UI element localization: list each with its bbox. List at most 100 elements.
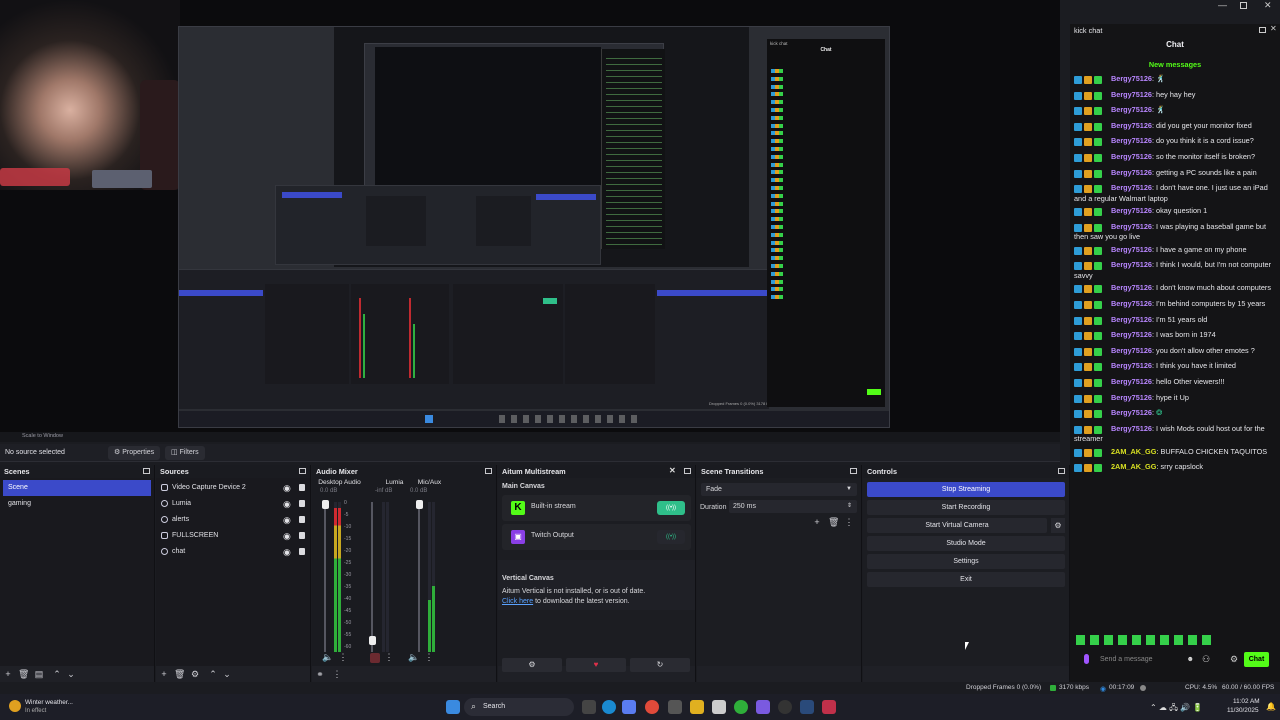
- settings-button[interactable]: ⚙: [502, 658, 562, 672]
- menu-dots-icon[interactable]: ⋮: [424, 652, 434, 662]
- chevron-down-icon[interactable]: ⌄: [66, 669, 76, 679]
- undock-icon[interactable]: [1058, 468, 1065, 474]
- eye-icon[interactable]: ◉: [283, 548, 292, 557]
- menu-dots-icon[interactable]: ⋮: [338, 652, 348, 662]
- start-virtual-camera-button[interactable]: Start Virtual Camera: [867, 518, 1047, 533]
- copilot-icon[interactable]: [622, 700, 636, 714]
- menu-dots-icon[interactable]: ⋮: [844, 517, 854, 527]
- add-icon[interactable]: +: [3, 669, 13, 679]
- chat-username[interactable]: Bergy75126: [1111, 283, 1152, 292]
- close-icon[interactable]: ✕: [669, 467, 677, 475]
- task-view-icon[interactable]: [582, 700, 596, 714]
- start-recording-button[interactable]: Start Recording: [867, 500, 1065, 515]
- chevron-up-icon[interactable]: ⌃: [208, 669, 218, 679]
- chat-username[interactable]: Bergy75126: [1111, 90, 1152, 99]
- exit-button[interactable]: Exit: [867, 572, 1065, 587]
- stop-streaming-button[interactable]: Stop Streaming: [867, 482, 1065, 497]
- chevron-down-icon[interactable]: ⌄: [222, 669, 232, 679]
- add-icon[interactable]: +: [159, 669, 169, 679]
- chat-username[interactable]: Bergy75126: [1111, 299, 1152, 308]
- output-toggle[interactable]: ((•)): [657, 530, 685, 544]
- trash-icon[interactable]: 🗑: [828, 517, 839, 527]
- trash-icon[interactable]: 🗑: [174, 669, 185, 679]
- transition-select[interactable]: Fade ▼: [701, 483, 857, 496]
- windows-start-icon[interactable]: [446, 700, 460, 714]
- chat-username[interactable]: Bergy75126: [1111, 260, 1152, 269]
- taskbar-time[interactable]: 11:02 AM: [1233, 698, 1260, 705]
- notification-icon[interactable]: 🔔: [1266, 702, 1276, 711]
- volume-knob[interactable]: [415, 500, 423, 509]
- scene-item[interactable]: Scene: [3, 480, 151, 496]
- chat-username[interactable]: Bergy75126: [1111, 121, 1152, 130]
- weather-icon[interactable]: [9, 700, 21, 712]
- eye-icon[interactable]: ◉: [283, 532, 292, 541]
- chat-username[interactable]: Bergy75126: [1111, 222, 1152, 231]
- source-item[interactable]: chat ◉: [156, 544, 310, 560]
- chat-send-button[interactable]: Chat: [1244, 652, 1269, 667]
- file-explorer-icon[interactable]: [690, 700, 704, 714]
- studio-mode-button[interactable]: Studio Mode: [867, 536, 1065, 551]
- refresh-button[interactable]: ↻: [630, 658, 690, 672]
- source-item[interactable]: alerts ◉: [156, 512, 310, 528]
- edge-icon[interactable]: [602, 700, 616, 714]
- gear-icon[interactable]: ⚙: [1230, 654, 1238, 665]
- source-item[interactable]: Video Capture Device 2 ◉: [156, 480, 310, 496]
- eye-icon[interactable]: ◉: [283, 500, 292, 509]
- filters-button[interactable]: ◫ Filters: [165, 446, 205, 460]
- link-icon[interactable]: ⚭: [315, 669, 325, 679]
- undock-icon[interactable]: [485, 468, 492, 474]
- lock-icon[interactable]: [299, 532, 305, 539]
- chrome-icon[interactable]: [645, 700, 659, 714]
- pin-icon[interactable]: [822, 700, 836, 714]
- undock-icon[interactable]: [299, 468, 306, 474]
- eye-icon[interactable]: ◉: [283, 484, 292, 493]
- restore-icon[interactable]: [1240, 2, 1247, 9]
- undock-icon[interactable]: [143, 468, 150, 474]
- mic-icon[interactable]: [1084, 654, 1089, 664]
- chat-username[interactable]: Bergy75126: [1111, 183, 1152, 192]
- taskbar-date[interactable]: 11/30/2025: [1227, 707, 1259, 714]
- source-item[interactable]: FULLSCREEN ◉: [156, 528, 310, 544]
- chat-username[interactable]: Bergy75126: [1111, 105, 1152, 114]
- calculator-icon[interactable]: [668, 700, 682, 714]
- close-icon[interactable]: ✕: [1270, 24, 1277, 33]
- menu-dots-icon[interactable]: ⋮: [332, 669, 342, 679]
- chat-username[interactable]: Bergy75126: [1111, 152, 1152, 161]
- minimize-icon[interactable]: —: [1218, 0, 1227, 10]
- lock-icon[interactable]: [299, 548, 305, 555]
- volume-slider[interactable]: [368, 502, 376, 652]
- app-icon[interactable]: [756, 700, 770, 714]
- tray-icons[interactable]: ⌃ ☁ 🖧 🔊 🔋: [1150, 702, 1202, 716]
- taskbar-search[interactable]: ⌕ Search: [464, 698, 574, 716]
- undock-icon[interactable]: [684, 468, 691, 474]
- lock-icon[interactable]: [299, 484, 305, 491]
- spin-icon[interactable]: ⇕: [847, 500, 852, 513]
- lock-icon[interactable]: [299, 500, 305, 507]
- menu-dots-icon[interactable]: ⋮: [384, 652, 394, 662]
- chat-username[interactable]: Bergy75126: [1111, 136, 1152, 145]
- obs-icon[interactable]: [778, 700, 792, 714]
- emoji-icon[interactable]: ☻: [1187, 651, 1194, 669]
- source-item[interactable]: Lumia ◉: [156, 496, 310, 512]
- speaker-icon[interactable]: 🔈: [408, 652, 419, 662]
- speaker-icon[interactable]: 🔈: [322, 652, 333, 662]
- notepad-icon[interactable]: [712, 700, 726, 714]
- chat-username[interactable]: 2AM_AK_GG: [1111, 447, 1156, 456]
- chat-username[interactable]: 2AM_AK_GG: [1111, 462, 1156, 471]
- steam-icon[interactable]: [800, 700, 814, 714]
- add-icon[interactable]: +: [812, 517, 822, 527]
- gear-icon[interactable]: ⚙: [190, 669, 200, 679]
- virtual-camera-settings-icon[interactable]: ⚙: [1051, 518, 1065, 533]
- chat-username[interactable]: Bergy75126: [1111, 245, 1152, 254]
- chat-username[interactable]: Bergy75126: [1111, 74, 1152, 83]
- chat-username[interactable]: Bergy75126: [1111, 424, 1152, 433]
- properties-button[interactable]: ⚙ Properties: [108, 446, 161, 460]
- chevron-up-icon[interactable]: ⌃: [52, 669, 62, 679]
- volume-slider[interactable]: [415, 500, 423, 652]
- chat-input[interactable]: Send a message ☻: [1092, 651, 1194, 669]
- duration-input[interactable]: 250 ms ⇕: [729, 500, 857, 513]
- chat-username[interactable]: Bergy75126: [1111, 168, 1152, 177]
- chat-username[interactable]: Bergy75126: [1111, 346, 1152, 355]
- lock-icon[interactable]: [299, 516, 305, 523]
- chat-username[interactable]: Bergy75126: [1111, 361, 1152, 370]
